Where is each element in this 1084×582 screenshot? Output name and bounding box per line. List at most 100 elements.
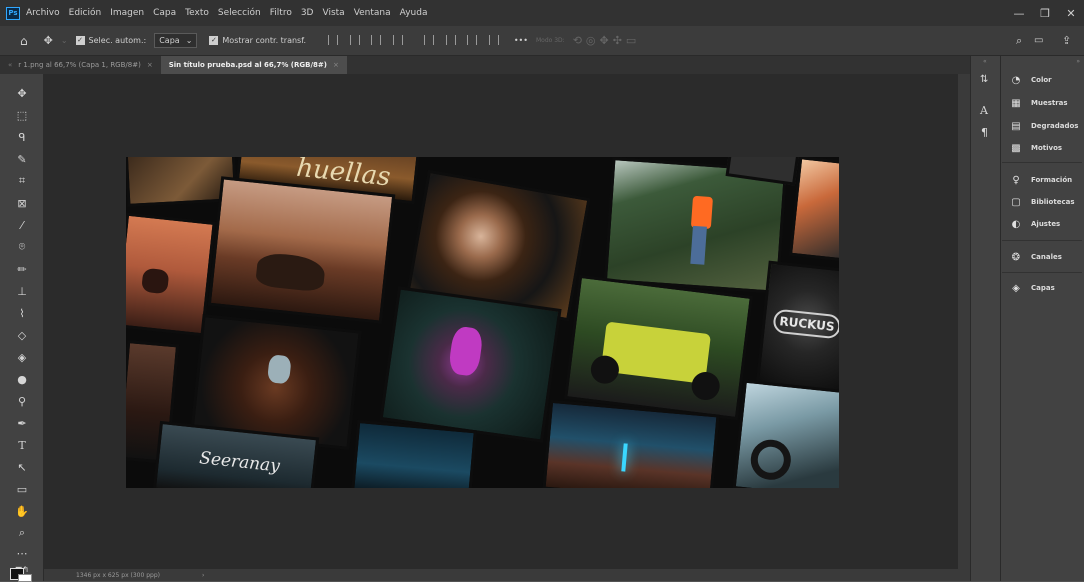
photo-tile-blue-lights (351, 419, 477, 488)
history-brush-icon[interactable]: ⌇ (12, 304, 32, 322)
tab-label: Sin título prueba.psd al 66,7% (RGB/8#) (168, 61, 327, 69)
vertical-scrollbar[interactable] (958, 74, 970, 569)
distribute-icon[interactable] (424, 34, 435, 45)
rectangle-tool-icon[interactable]: ▭ (12, 480, 32, 498)
menu-ventana[interactable]: Ventana (354, 8, 391, 18)
tab-document-1[interactable]: « r 1.png al 66,7% (Capa 1, RGB/8#) × (0, 56, 161, 74)
path-selection-icon[interactable]: ↖ (12, 458, 32, 476)
minimize-button[interactable]: — (1006, 0, 1032, 26)
panel-learn[interactable]: ♀ Formación (1009, 174, 1072, 186)
history-panel-icon[interactable]: ⇅ (980, 74, 988, 85)
panel-layers[interactable]: ◈ Capas (1009, 282, 1055, 294)
marquee-tool-icon[interactable]: ⬚ (12, 106, 32, 124)
share-icon[interactable]: ⇪ (1062, 34, 1071, 47)
collapse-panel-icon[interactable]: « (983, 58, 987, 65)
panel-gradients[interactable]: ▤ Degradados (1009, 120, 1078, 132)
menu-archivo[interactable]: Archivo (26, 8, 60, 18)
menu-imagen[interactable]: Imagen (110, 8, 144, 18)
eraser-tool-icon[interactable]: ◇ (12, 326, 32, 344)
align-top-icon[interactable] (392, 34, 403, 45)
healing-brush-icon[interactable]: ⌾ (12, 238, 32, 256)
adjustments-icon: ◐ (1011, 218, 1021, 230)
align-center-icon[interactable] (349, 34, 360, 45)
lasso-tool-icon[interactable]: ᑫ (12, 128, 32, 146)
menu-edicion[interactable]: Edición (69, 8, 102, 18)
status-menu-arrow[interactable]: › (202, 572, 204, 579)
seeanay-script-text: Seeranay (198, 448, 281, 477)
search-icon[interactable]: ⌕ (1016, 34, 1022, 48)
blur-tool-icon[interactable]: ● (12, 370, 32, 388)
menu-3d[interactable]: 3D (301, 8, 314, 18)
align-right-icon[interactable] (371, 34, 382, 45)
zoom-tool-icon[interactable]: ⌕ (12, 524, 32, 542)
align-left-icon[interactable] (328, 34, 338, 45)
menu-seleccion[interactable]: Selección (218, 8, 261, 18)
brush-tool-icon[interactable]: ✏ (12, 260, 32, 278)
paint-bucket-icon[interactable]: ◈ (12, 348, 32, 366)
transform-controls-checkbox[interactable]: ✓ Mostrar contr. transf. (209, 36, 306, 45)
panel-swatches[interactable]: ▦ Muestras (1009, 97, 1068, 109)
status-bar: 1346 px x 625 px (300 ppp) › (44, 569, 970, 581)
clone-stamp-icon[interactable]: ⊥ (12, 282, 32, 300)
menu-ayuda[interactable]: Ayuda (400, 8, 428, 18)
distribute-vertical-icon[interactable] (445, 34, 456, 45)
panel-adjustments[interactable]: ◐ Ajustes (1009, 218, 1061, 230)
eyedropper-icon[interactable]: ⁄ (12, 216, 32, 234)
menu-capa[interactable]: Capa (153, 8, 176, 18)
panel-libraries[interactable]: ▢ Bibliotecas (1009, 196, 1075, 208)
panel-gradients-label: Degradados (1031, 122, 1079, 130)
expand-panel-icon[interactable]: » (1076, 58, 1080, 65)
panel-libraries-label: Bibliotecas (1031, 198, 1075, 206)
panel-channels-label: Canales (1031, 253, 1062, 261)
patterns-icon: ▩ (1011, 142, 1021, 154)
auto-select-checkbox[interactable]: ✓ Selec. autom.: (75, 36, 146, 45)
menu-texto[interactable]: Texto (185, 8, 209, 18)
restore-button[interactable]: ❒ (1032, 0, 1058, 26)
home-icon[interactable]: ⌂ (20, 34, 28, 48)
align-buttons (328, 34, 508, 47)
chevron-down-icon[interactable]: ⌄ (61, 36, 68, 45)
panel-swatches-label: Muestras (1031, 99, 1068, 107)
tab-document-2[interactable]: Sin título prueba.psd al 66,7% (RGB/8#) … (160, 56, 347, 74)
panel-color[interactable]: ◔ Color (1009, 74, 1052, 86)
layer-select[interactable]: Capa ⌄ (154, 33, 198, 48)
tab-label: r 1.png al 66,7% (Capa 1, RGB/8#) (18, 61, 141, 69)
document-size-info: 1346 px x 625 px (300 ppp) (76, 571, 160, 579)
crop-tool-icon[interactable]: ⌗ (12, 172, 32, 190)
distribute-horizontal-icon[interactable] (467, 34, 478, 45)
pen-tool-icon[interactable]: ✒ (12, 414, 32, 432)
hand-tool-icon[interactable]: ✋ (12, 502, 32, 520)
distribute-spacing-icon[interactable] (488, 34, 499, 45)
panel-adjustments-label: Ajustes (1031, 220, 1061, 228)
panel-divider (1002, 272, 1082, 273)
canvas-document[interactable]: huellas RUCKUS Seeranay (126, 157, 839, 488)
close-tab-icon[interactable]: × (147, 61, 153, 69)
character-panel-icon[interactable]: A (980, 104, 988, 117)
close-tab-icon[interactable]: × (333, 61, 339, 69)
photo-tile-yellow-buggy (564, 274, 753, 421)
orange-jacket-figure (690, 195, 714, 230)
more-options-button[interactable]: ••• (514, 36, 528, 45)
panel-channels[interactable]: ❂ Canales (1009, 251, 1062, 263)
panel-patterns-label: Motivos (1031, 144, 1063, 152)
workspace-icon[interactable]: ▭ (1034, 35, 1043, 46)
move-tool-icon[interactable]: ✥ (12, 84, 32, 102)
menu-bar: Ps Archivo Edición Imagen Capa Texto Sel… (0, 0, 1084, 26)
type-tool-icon[interactable]: T (12, 436, 32, 454)
collapse-icon[interactable]: « (8, 61, 12, 69)
frame-tool-icon[interactable]: ⊠ (12, 194, 32, 212)
layers-icon: ◈ (1012, 282, 1020, 294)
close-button[interactable]: ✕ (1058, 0, 1084, 26)
menu-filtro[interactable]: Filtro (270, 8, 292, 18)
paragraph-panel-icon[interactable]: ¶ (981, 126, 988, 139)
panel-divider (1002, 240, 1082, 241)
dodge-tool-icon[interactable]: ⚲ (12, 392, 32, 410)
menu-vista[interactable]: Vista (322, 8, 344, 18)
move-tool-icon[interactable]: ✥ (44, 34, 53, 47)
pink-hair-figure (447, 325, 484, 378)
photo-tile-woman-pink-hair (379, 286, 562, 443)
quick-selection-icon[interactable]: ✎ (12, 150, 32, 168)
panel-patterns[interactable]: ▩ Motivos (1009, 142, 1062, 154)
lightbulb-icon: ♀ (1012, 174, 1020, 186)
photo-tile-rhino (207, 176, 396, 324)
